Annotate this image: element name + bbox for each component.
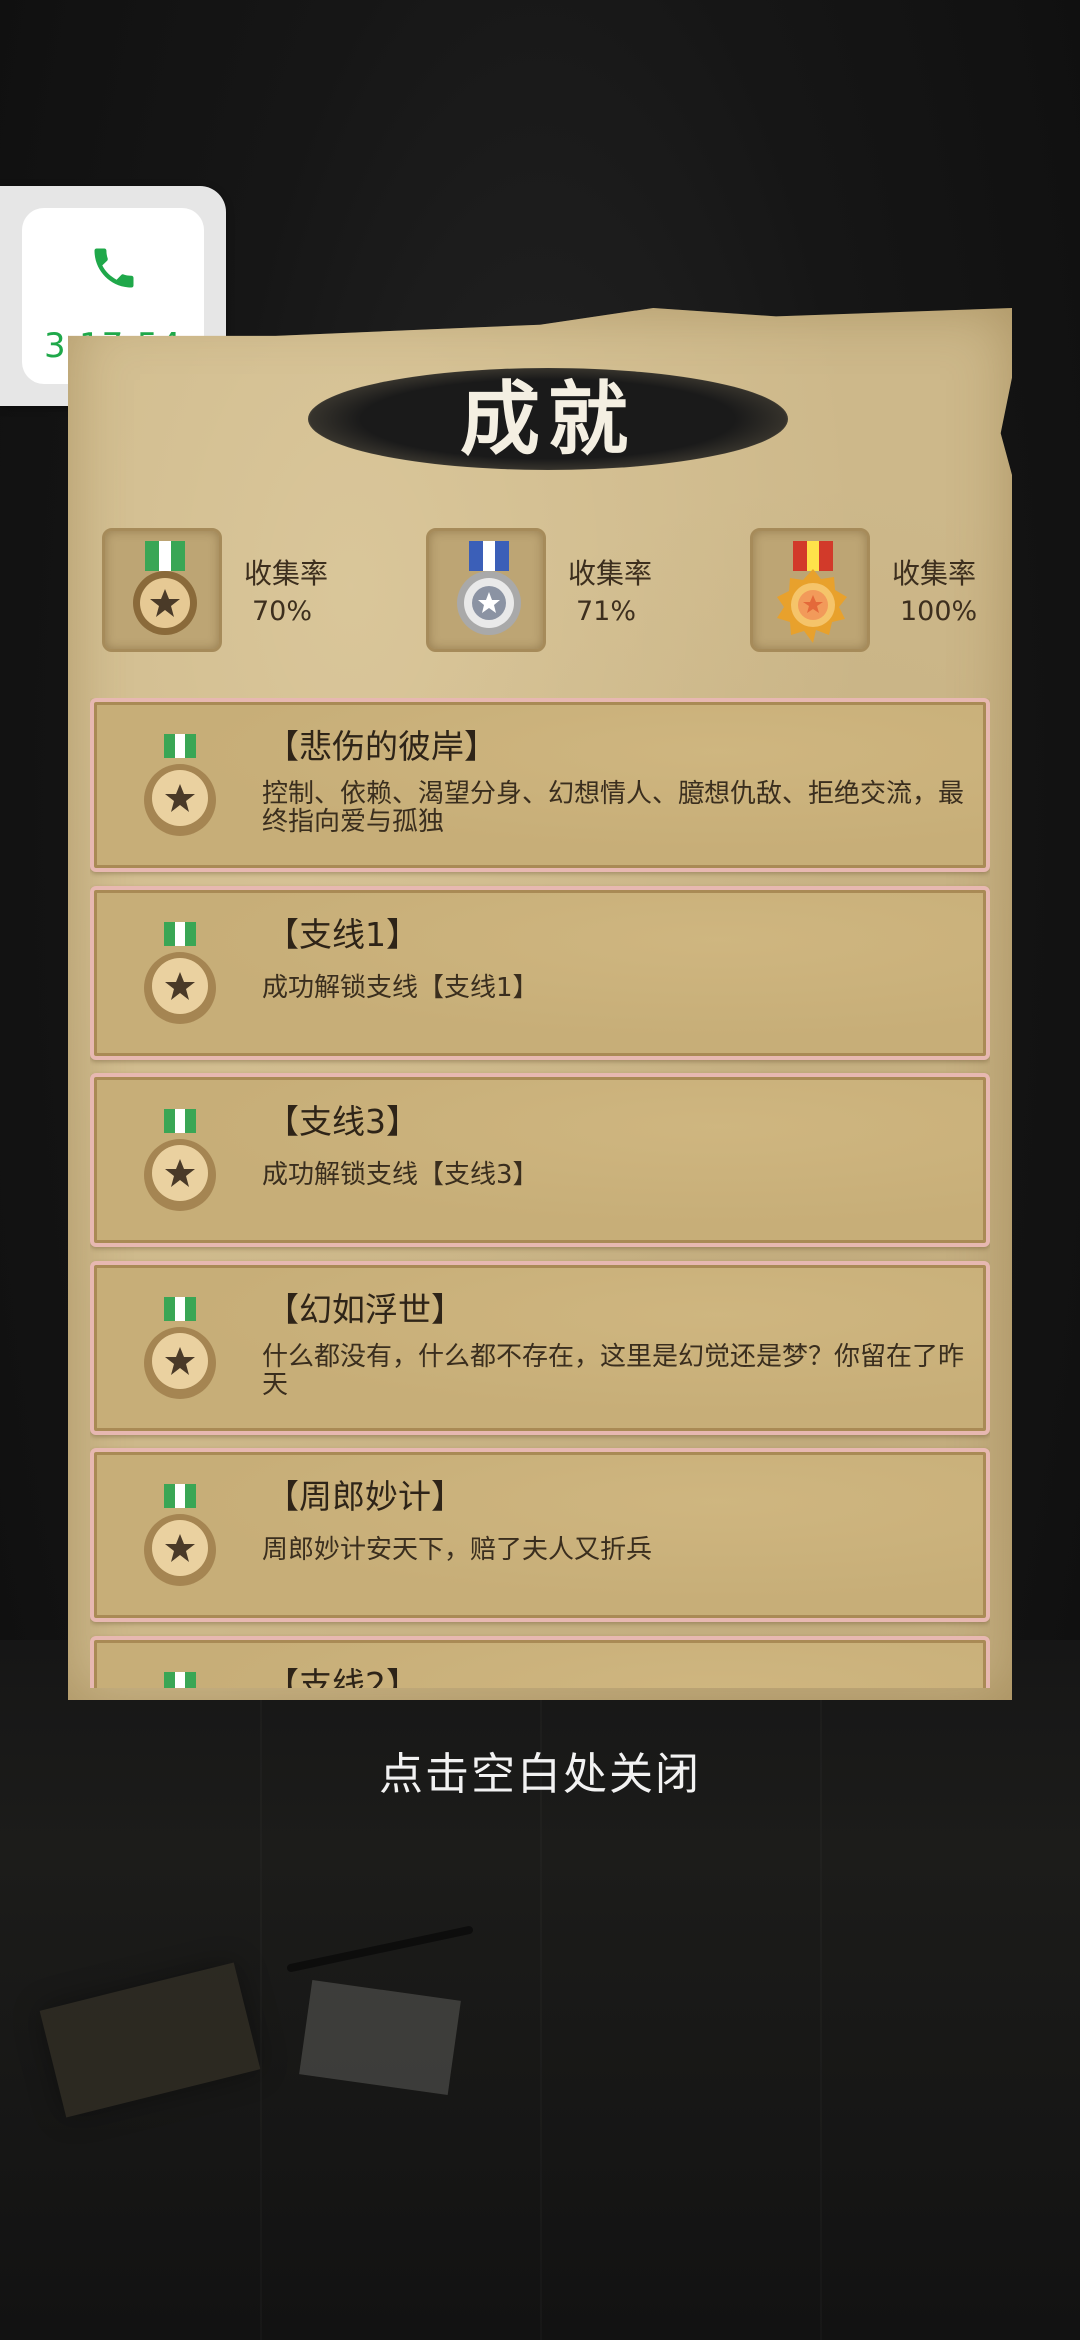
medal-icon xyxy=(144,1297,216,1399)
bronze-medal-icon xyxy=(133,541,197,635)
achievement-card[interactable]: 【支线1】 成功解锁支线【支线1】 xyxy=(90,886,990,1060)
achievement-title: 【周郎妙计】 xyxy=(266,1477,464,1516)
summary-medal-frame xyxy=(426,528,546,652)
achievement-title: 【支线2】 xyxy=(266,1665,419,1688)
medal-icon xyxy=(144,1484,216,1586)
tap-blank-to-close-hint[interactable]: 点击空白处关闭 xyxy=(0,1738,1080,1802)
collection-rate-label: 收集率 xyxy=(244,557,329,590)
panel-title: 成就 xyxy=(460,372,636,466)
achievement-title: 【支线3】 xyxy=(266,1102,419,1141)
achievement-description: 周郎妙计安天下，赔了夫人又折兵 xyxy=(262,1535,653,1565)
medal-icon xyxy=(144,1109,216,1211)
summary-medal-frame xyxy=(102,528,222,652)
achievement-title: 【悲伤的彼岸】 xyxy=(266,727,497,766)
phone-icon xyxy=(94,248,134,288)
achievement-card[interactable]: 【支线3】 成功解锁支线【支线3】 xyxy=(90,1073,990,1247)
summary-silver: 收集率 71% xyxy=(426,528,686,652)
medal-icon xyxy=(144,734,216,836)
silver-medal-icon xyxy=(457,541,521,635)
achievement-card[interactable]: 【悲伤的彼岸】 控制、依赖、渴望分身、幻想情人、臆想仇敌、拒绝交流，最终指向爱与… xyxy=(90,698,990,872)
collection-rate-value: 70% xyxy=(252,596,313,627)
achievement-list[interactable]: 【悲伤的彼岸】 控制、依赖、渴望分身、幻想情人、臆想仇敌、拒绝交流，最终指向爱与… xyxy=(90,698,990,1688)
summary-gold: 收集率 100% xyxy=(750,528,1010,652)
achievement-description: 什么都没有，什么都不存在，这里是幻觉还是梦？你留在了昨天 xyxy=(262,1342,965,1400)
collection-rate-value: 71% xyxy=(576,596,637,627)
summary-medal-frame xyxy=(750,528,870,652)
medal-icon xyxy=(164,1672,196,1688)
achievement-description: 成功解锁支线【支线3】 xyxy=(262,1160,539,1190)
collection-rate-label: 收集率 xyxy=(568,557,653,590)
achievement-card[interactable]: 【幻如浮世】 什么都没有，什么都不存在，这里是幻觉还是梦？你留在了昨天 xyxy=(90,1261,990,1435)
achievement-description: 成功解锁支线【支线1】 xyxy=(262,973,539,1003)
achievements-panel: 成就 收集率 70% 收集率 71% 收集率 100% 【悲伤的彼岸】 控制、依… xyxy=(68,308,1012,1700)
achievement-card[interactable]: 【周郎妙计】 周郎妙计安天下，赔了夫人又折兵 xyxy=(90,1448,990,1622)
gold-medal-icon xyxy=(777,541,847,643)
achievement-title: 【幻如浮世】 xyxy=(266,1290,464,1329)
summary-bronze: 收集率 70% xyxy=(102,528,362,652)
achievement-description: 控制、依赖、渴望分身、幻想情人、臆想仇敌、拒绝交流，最终指向爱与孤独 xyxy=(262,779,965,837)
medal-icon xyxy=(144,922,216,1024)
achievement-title: 【支线1】 xyxy=(266,915,419,954)
collection-rate-label: 收集率 xyxy=(892,557,977,590)
collection-rate-value: 100% xyxy=(900,596,978,627)
achievement-card[interactable]: 【支线2】 xyxy=(90,1636,990,1688)
